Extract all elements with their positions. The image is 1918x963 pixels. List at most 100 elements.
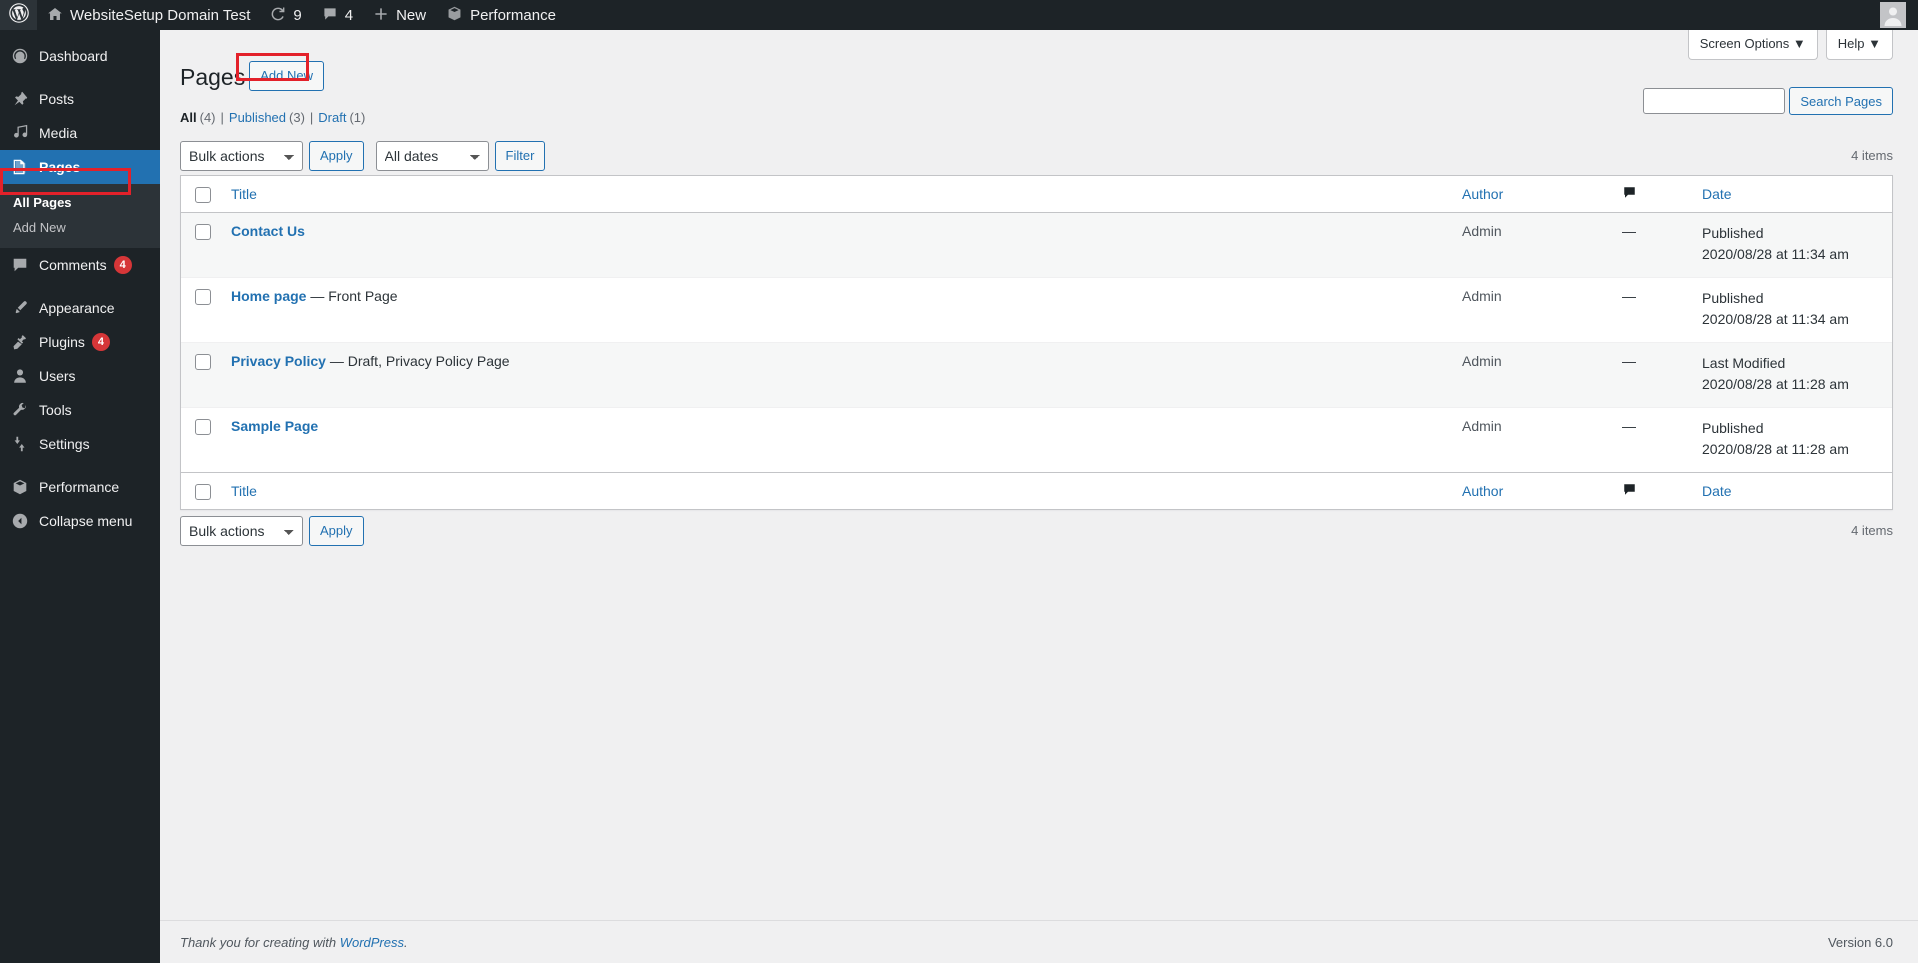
row-title-cell: Sample Page (221, 408, 1452, 472)
select-all-checkbox-top[interactable] (195, 186, 211, 203)
comment-bubble-icon[interactable] (1622, 482, 1637, 499)
sidebar-item-users[interactable]: Users (0, 359, 160, 393)
comment-bubble-icon[interactable] (1622, 185, 1637, 202)
author-link[interactable]: Admin (1462, 418, 1502, 434)
sidebar-item-tools[interactable]: Tools (0, 393, 160, 427)
sidebar-label: Tools (39, 402, 72, 418)
sort-date-link[interactable]: Date (1702, 186, 1732, 202)
admin-bar-site-label: WebsiteSetup Domain Test (70, 6, 251, 24)
sidebar-label: Media (39, 125, 78, 141)
sidebar-item-dashboard[interactable]: Dashboard (0, 39, 160, 73)
media-icon (10, 123, 30, 143)
collapse-menu-button[interactable]: Collapse menu (0, 504, 160, 538)
update-icon (270, 6, 286, 25)
row-date-cell: Last Modified 2020/08/28 at 11:28 am (1692, 343, 1892, 408)
row-title-cell: Contact Us (221, 213, 1452, 278)
post-state: — Front Page (310, 287, 398, 304)
add-new-button[interactable]: Add New (249, 61, 324, 92)
row-checkbox[interactable] (195, 354, 211, 371)
filter-draft-link[interactable]: Draft (318, 105, 346, 131)
select-all-checkbox-bottom[interactable] (195, 483, 211, 500)
row-checkbox-cell (181, 278, 221, 343)
sidebar-subitem-add-new[interactable]: Add New (0, 215, 160, 240)
sort-author-link[interactable]: Author (1462, 186, 1503, 202)
admin-bar-site-name[interactable]: WebsiteSetup Domain Test (37, 0, 260, 30)
bulk-apply-button-bottom[interactable]: Apply (309, 515, 364, 546)
page-title-link[interactable]: Privacy Policy (231, 353, 326, 369)
sidebar-label: Dashboard (39, 48, 108, 64)
sort-title-link-bottom[interactable]: Title (231, 483, 257, 499)
row-checkbox[interactable] (195, 419, 211, 436)
wordpress-logo-menu[interactable] (0, 0, 37, 30)
wordpress-link[interactable]: WordPress (340, 935, 404, 950)
row-checkbox-cell (181, 213, 221, 278)
author-link[interactable]: Admin (1462, 223, 1502, 239)
sidebar-item-pages[interactable]: Pages (0, 150, 168, 184)
sidebar-item-media[interactable]: Media (0, 116, 160, 150)
row-checkbox[interactable] (195, 224, 211, 241)
row-checkbox[interactable] (195, 289, 211, 306)
admin-bar: WebsiteSetup Domain Test 9 4 New Perform… (0, 0, 1918, 30)
column-footer-author: Author (1452, 471, 1612, 509)
footer-thankyou-suffix: . (404, 934, 408, 950)
main-content-area: Screen Options ▼ Help ▼ Pages Add New Se… (160, 30, 1918, 963)
filter-draft: Draft (1) (318, 105, 365, 131)
sidebar-subitem-all-pages[interactable]: All Pages (0, 190, 160, 215)
filter-draft-count: (1) (349, 109, 366, 125)
row-comments-cell: — (1612, 213, 1692, 278)
admin-bar-new-content[interactable]: New (363, 0, 436, 30)
filter-separator: | (220, 109, 224, 125)
date-filter-select[interactable]: All datesAugust 2020 (375, 140, 489, 171)
sort-title-link[interactable]: Title (231, 186, 257, 202)
collapse-menu-label: Collapse menu (39, 513, 133, 529)
sidebar-item-appearance[interactable]: Appearance (0, 291, 160, 325)
sidebar-item-posts[interactable]: Posts (0, 82, 160, 116)
avatar[interactable] (1880, 2, 1906, 28)
filter-all-link[interactable]: All (180, 105, 197, 131)
sidebar-submenu-pages: All Pages Add New (0, 184, 160, 248)
sidebar-item-settings[interactable]: Settings (0, 427, 160, 461)
admin-bar-performance-label: Performance (470, 6, 556, 24)
filter-all-count: (4) (199, 109, 216, 125)
filter-published-link[interactable]: Published (229, 105, 286, 131)
page-title-link[interactable]: Sample Page (231, 418, 318, 434)
row-checkbox-cell (181, 343, 221, 408)
bulk-apply-button-top[interactable]: Apply (309, 140, 364, 171)
admin-bar-performance[interactable]: Performance (436, 0, 566, 30)
column-header-date: Date (1692, 175, 1892, 213)
home-icon (47, 6, 63, 25)
sidebar-item-plugins[interactable]: Plugins 4 (0, 325, 160, 359)
admin-bar-updates[interactable]: 9 (260, 0, 311, 30)
sidebar-item-comments[interactable]: Comments 4 (0, 248, 160, 282)
tablenav-top: Bulk actionsEditMove to Trash Apply All … (180, 140, 1893, 171)
date-filter-button[interactable]: Filter (494, 140, 546, 171)
row-author-cell: Admin (1452, 213, 1612, 278)
search-input[interactable] (1643, 88, 1786, 114)
admin-bar-comments[interactable]: 4 (312, 0, 363, 30)
menu-spacer (0, 73, 160, 82)
page-title-link[interactable]: Home page (231, 288, 306, 304)
search-pages-button[interactable]: Search Pages (1789, 87, 1893, 115)
plus-icon (373, 6, 389, 25)
sidebar-label: Performance (39, 479, 120, 495)
column-footer-title: Title (221, 471, 1452, 509)
row-author-cell: Admin (1452, 408, 1612, 472)
sort-date-link-bottom[interactable]: Date (1702, 483, 1732, 499)
dashboard-icon (10, 46, 30, 66)
author-link[interactable]: Admin (1462, 353, 1502, 369)
bulk-actions-select-top[interactable]: Bulk actionsEditMove to Trash (180, 140, 303, 171)
sidebar-label: Settings (39, 436, 90, 452)
wordpress-icon (9, 3, 29, 27)
table-row: Contact Us Admin — Published 2020/08/28 … (181, 212, 1892, 278)
date-status: Published (1702, 419, 1764, 436)
author-link[interactable]: Admin (1462, 288, 1502, 304)
comment-icon (10, 255, 30, 275)
row-title-cell: Privacy Policy — Draft, Privacy Policy P… (221, 343, 1452, 408)
sidebar-item-performance[interactable]: Performance (0, 470, 160, 504)
pages-icon (10, 157, 30, 177)
search-pages-box: Search Pages (1643, 87, 1893, 115)
sort-author-link-bottom[interactable]: Author (1462, 483, 1503, 499)
page-title-link[interactable]: Contact Us (231, 223, 305, 239)
select-all-header (181, 175, 221, 213)
bulk-actions-select-bottom[interactable]: Bulk actionsEditMove to Trash (180, 515, 303, 546)
